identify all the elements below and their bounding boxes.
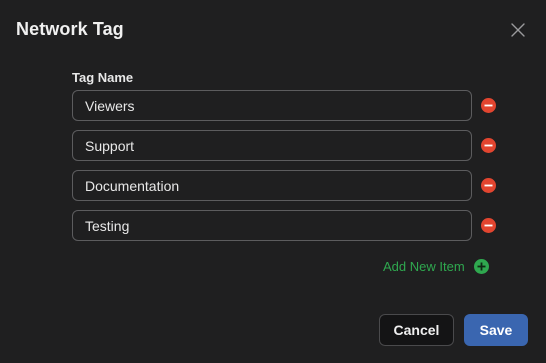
cancel-button[interactable]: Cancel <box>379 314 454 346</box>
tag-row <box>72 90 500 122</box>
tag-row <box>72 210 500 242</box>
tag-row <box>72 170 500 202</box>
remove-item-icon[interactable] <box>481 138 496 153</box>
close-icon[interactable] <box>508 20 528 40</box>
tag-name-input[interactable] <box>72 130 472 161</box>
dialog-title: Network Tag <box>16 19 124 39</box>
tag-row <box>72 130 500 162</box>
tag-name-label: Tag Name <box>72 70 134 85</box>
remove-item-icon[interactable] <box>481 98 496 113</box>
tag-name-input[interactable] <box>72 90 472 121</box>
remove-item-icon[interactable] <box>481 218 496 233</box>
add-new-item-button[interactable]: Add New Item <box>383 257 489 275</box>
add-new-item-label: Add New Item <box>383 258 465 274</box>
plus-circle-icon <box>473 258 489 274</box>
save-button[interactable]: Save <box>464 314 528 346</box>
tag-name-input[interactable] <box>72 210 472 241</box>
tag-name-input[interactable] <box>72 170 472 201</box>
remove-item-icon[interactable] <box>481 178 496 193</box>
network-tag-dialog: Network Tag Tag Name Viewers Support Doc… <box>0 0 546 363</box>
